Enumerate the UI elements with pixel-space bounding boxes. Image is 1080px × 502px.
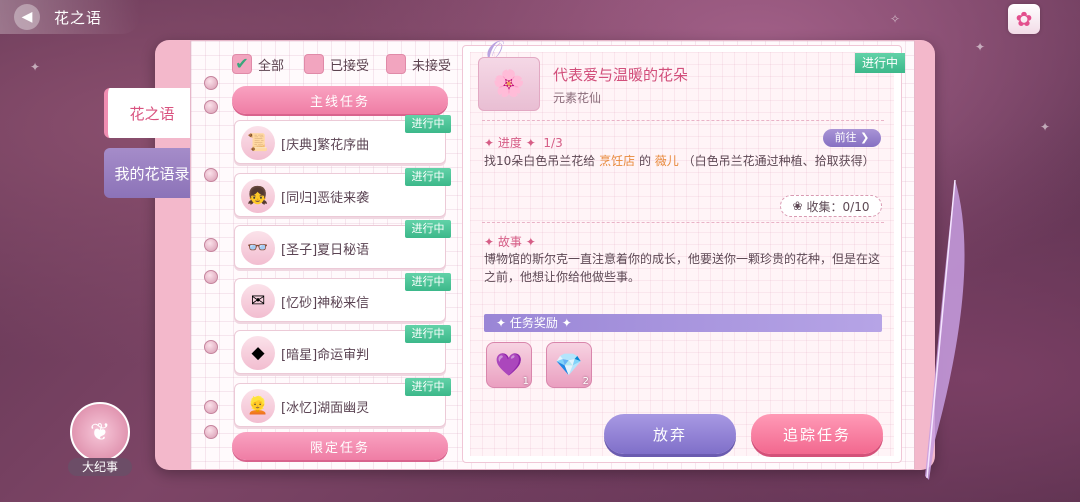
binder-ring <box>204 400 218 414</box>
place-link[interactable]: 烹饪店 <box>599 154 635 168</box>
binder-ring <box>204 270 218 284</box>
feather-icon <box>925 180 965 480</box>
status-badge: 进行中 <box>405 273 451 291</box>
binder-ring <box>204 238 218 252</box>
gem-icon: 💎 <box>555 352 583 378</box>
tab-flower-language[interactable]: 花之语 <box>104 88 196 138</box>
binder-ring <box>204 168 218 182</box>
star-decoration: ✦ <box>30 60 41 74</box>
quest-description: 找10朵白色吊兰花给 烹饪店 的 薇儿 （白色吊兰花通过种植、拾取获得） <box>484 152 884 170</box>
reward-item[interactable]: 💎 2 <box>546 342 592 388</box>
quest-label: [圣子]夏日秘语 <box>281 243 370 258</box>
person-link[interactable]: 薇儿 <box>655 154 679 168</box>
page-title: 花之语 <box>54 9 103 27</box>
filter-all[interactable]: ✔ 全部 <box>232 54 284 74</box>
quest-subtitle: 元素花仙 <box>553 91 602 105</box>
quest-item[interactable]: 👓 [圣子]夏日秘语 进行中 <box>234 220 451 269</box>
desc-text: 的 <box>638 154 651 168</box>
checkmark-icon: ✔ <box>232 54 252 74</box>
status-badge: 进行中 <box>855 53 905 73</box>
blonde-girl-icon: 👱 <box>241 389 275 423</box>
filter-label: 全部 <box>258 58 285 74</box>
filter-label: 已接受 <box>330 58 370 74</box>
divider <box>482 120 884 121</box>
binder-ring <box>204 425 218 439</box>
binder-ring <box>204 76 218 90</box>
tab-my-flower-records[interactable]: 我的花语录 <box>104 148 200 198</box>
category-label: 主线任务 <box>309 94 370 110</box>
sparkle-potion-icon: 💜 <box>495 352 523 378</box>
reward-count: 1 <box>522 376 529 387</box>
quest-label: [暗星]命运审判 <box>281 348 370 363</box>
quest-item[interactable]: ✉ [忆砂]神秘来信 进行中 <box>234 273 451 322</box>
status-badge: 进行中 <box>405 325 451 343</box>
chronicle-label: 大纪事 <box>68 458 132 476</box>
collect-label: 收集：0/10 <box>806 199 870 214</box>
quest-label: [庆典]繁花序曲 <box>281 138 370 153</box>
scroll-icon: 📜 <box>241 126 275 160</box>
checkbox-empty <box>304 54 324 74</box>
progress-label: 进度 <box>497 136 522 150</box>
glasses-icon: 👓 <box>241 231 275 265</box>
filter-not-accepted[interactable]: 未接受 <box>386 54 451 74</box>
progress-heading: ✦ 进度 ✦ 1/3 <box>484 136 563 150</box>
track-quest-button[interactable]: 追踪任务 <box>751 414 883 454</box>
story-heading: ✦ 故事 ✦ <box>484 235 536 249</box>
quest-label: [同归]恶徒来袭 <box>281 191 370 206</box>
button-label: 放弃 <box>652 425 687 444</box>
close-button[interactable]: ✿ <box>1008 4 1040 34</box>
arrow-left-icon[interactable]: ◀ <box>14 4 40 30</box>
divider <box>482 222 884 223</box>
story-label: 故事 <box>497 235 522 249</box>
flower-icon: 🌸 <box>478 57 540 111</box>
girl-portrait-icon: 👧 <box>241 179 275 213</box>
progress-value: 1/3 <box>543 136 563 150</box>
flower-icon: ❀ <box>792 199 803 213</box>
status-badge: 进行中 <box>405 115 451 133</box>
reward-label: 任务奖励 <box>509 316 558 330</box>
quest-item[interactable]: 📜 [庆典]繁花序曲 进行中 <box>234 115 451 164</box>
goto-label: 前往 <box>834 131 857 144</box>
limited-quest-category[interactable]: 限定任务 <box>232 432 448 460</box>
star-decoration: ✦ <box>1040 120 1051 134</box>
quest-label: [冰忆]湖面幽灵 <box>281 401 370 416</box>
binder-ring <box>204 340 218 354</box>
story-text: 博物馆的斯尔克一直注意着你的成长，他要送你一颗珍贵的花种，但是在这之前，他想让你… <box>484 252 881 284</box>
reward-item[interactable]: 💜 1 <box>486 342 532 388</box>
quest-item[interactable]: 👱 [冰忆]湖面幽灵 进行中 <box>234 378 451 427</box>
button-label: 追踪任务 <box>782 425 851 444</box>
quest-title: 代表爱与温暖的花朵 <box>553 66 689 84</box>
filter-accepted[interactable]: 已接受 <box>304 54 369 74</box>
quest-label: [忆砂]神秘来信 <box>281 296 370 311</box>
goto-button[interactable]: 前往 ❯ <box>823 129 881 147</box>
main-quest-category[interactable]: 主线任务 <box>232 86 448 114</box>
tab-label: 我的花语录 <box>114 164 190 183</box>
desc-text: 找10朵白色吊兰花给 <box>484 154 596 168</box>
fairy-icon: ❦ <box>70 402 130 462</box>
quest-item[interactable]: 👧 [同归]恶徒来袭 进行中 <box>234 168 451 217</box>
binder-ring <box>204 100 218 114</box>
star-decoration: ✧ <box>890 12 901 26</box>
status-badge: 进行中 <box>405 168 451 186</box>
close-icon: ✿ <box>1015 7 1033 31</box>
chronicle-button[interactable]: ❦ 大纪事 <box>66 402 134 476</box>
reward-header: ✦ 任务奖励 ✦ <box>484 314 882 332</box>
filter-label: 未接受 <box>412 58 452 74</box>
abandon-button[interactable]: 放弃 <box>604 414 736 454</box>
star-decoration: ✦ <box>975 40 986 54</box>
envelope-icon: ✉ <box>241 284 275 318</box>
status-badge: 进行中 <box>405 378 451 396</box>
broken-tablet-icon: ◆ <box>241 336 275 370</box>
category-label: 限定任务 <box>309 440 370 456</box>
checkbox-empty <box>386 54 406 74</box>
reward-count: 2 <box>582 376 589 387</box>
desc-text: （白色吊兰花通过种植、拾取获得） <box>682 154 875 168</box>
quest-item[interactable]: ◆ [暗星]命运审判 进行中 <box>234 325 451 374</box>
top-bar: ◀ 花之语 <box>0 0 140 34</box>
tab-label: 花之语 <box>129 104 175 123</box>
collect-counter: ❀ 收集：0/10 <box>780 195 882 217</box>
status-badge: 进行中 <box>405 220 451 238</box>
